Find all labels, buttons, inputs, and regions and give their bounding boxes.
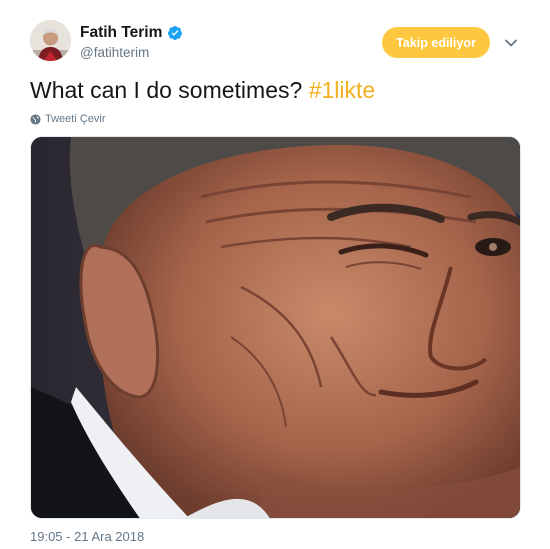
globe-icon: [30, 113, 41, 125]
tweet-text-body: What can I do sometimes?: [30, 77, 303, 103]
avatar[interactable]: [30, 20, 71, 61]
tweet-photo[interactable]: [30, 136, 521, 519]
verified-badge-icon: [167, 26, 182, 40]
translate-label: Tweeti Çevir: [45, 113, 106, 125]
hashtag-link[interactable]: #1likte: [309, 77, 375, 103]
tweet-timestamp[interactable]: 19:05 - 21 Ara 2018: [30, 529, 144, 544]
chevron-down-icon[interactable]: [504, 36, 518, 50]
translate-tweet-link[interactable]: Tweeti Çevir: [30, 113, 106, 125]
handle[interactable]: @fatihterim: [80, 45, 149, 60]
following-button[interactable]: Takip ediliyor: [382, 27, 490, 58]
display-name[interactable]: Fatih Terim: [80, 24, 162, 42]
tweet-card: Fatih Terim @fatihterim Takip ediliyor W…: [0, 0, 550, 549]
photo-face-illustration: [31, 137, 520, 518]
tweet-text: What can I do sometimes? #1likte: [30, 77, 375, 104]
